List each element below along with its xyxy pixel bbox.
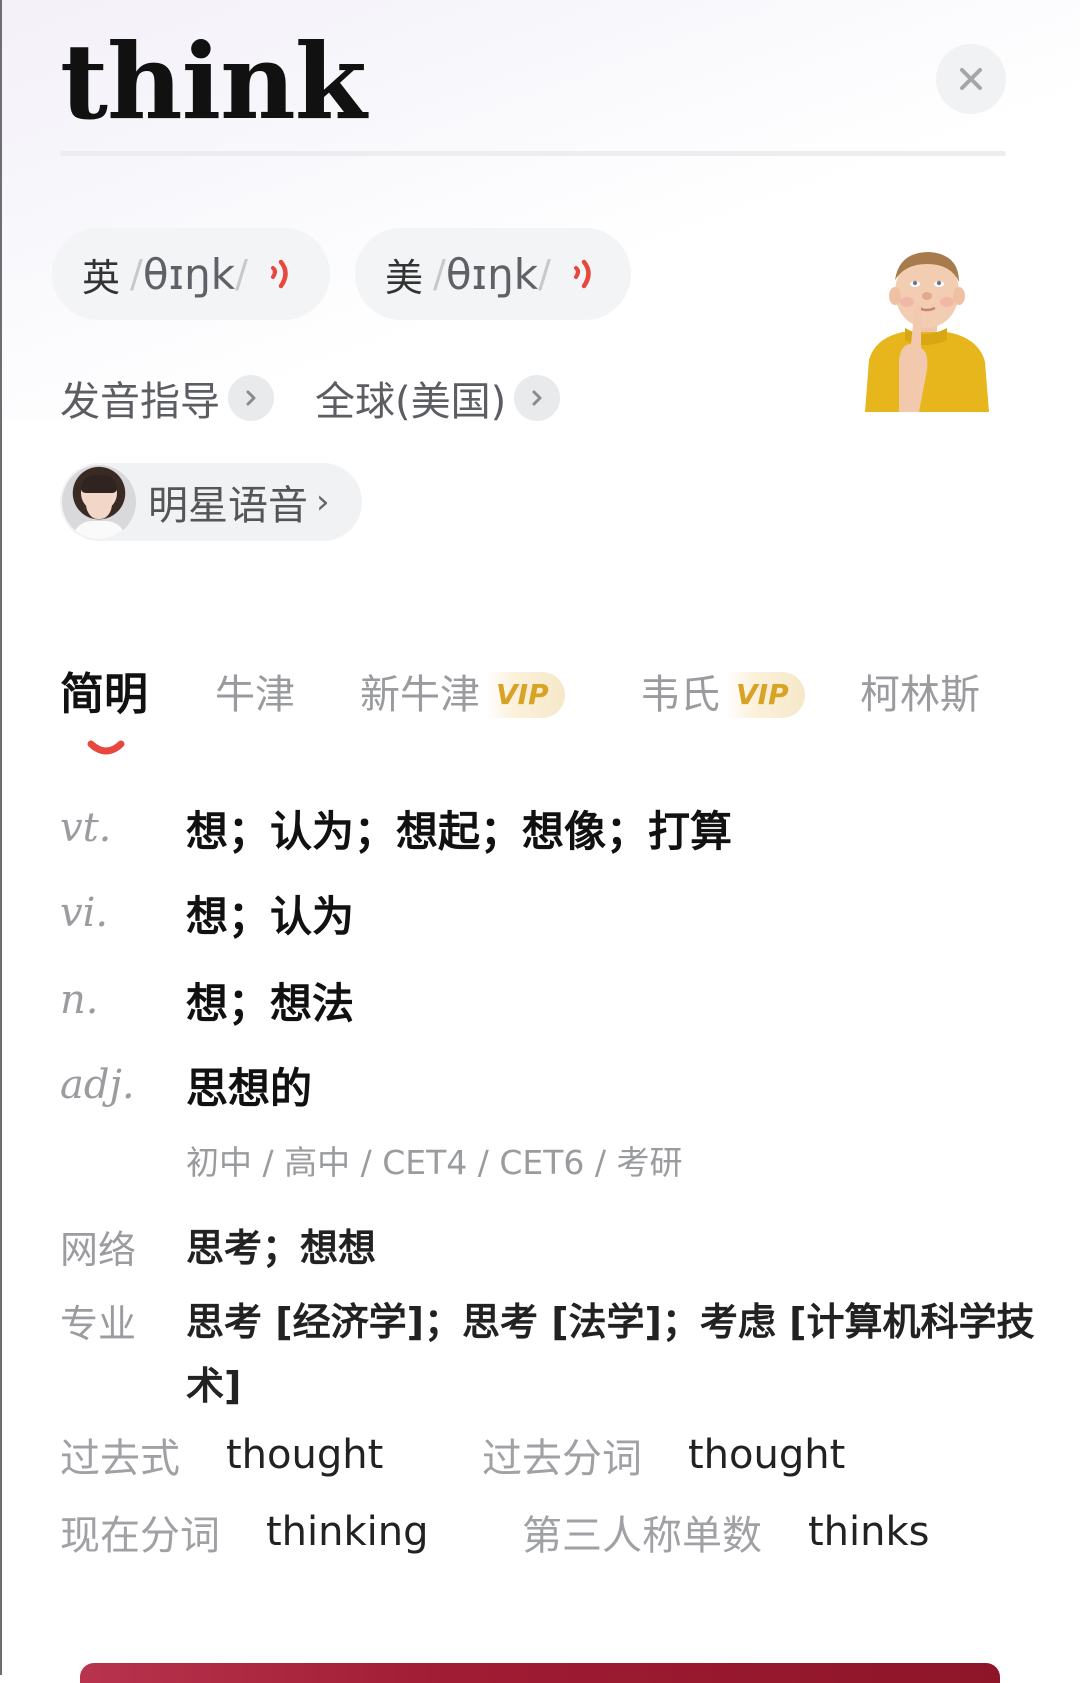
- vip-badge: VIP: [486, 672, 565, 718]
- pronunciation-guide-link[interactable]: 发音指导: [60, 372, 274, 425]
- close-icon: [960, 68, 982, 90]
- word-forms-row: 过去式 thought 过去分词 thought: [60, 1425, 845, 1485]
- definition-row: n. 想；想法: [60, 970, 1060, 1030]
- bottom-banner[interactable]: [80, 1663, 1000, 1683]
- pronunciation-us[interactable]: 美 / θɪŋk /: [355, 228, 631, 320]
- exam-level-tags: 初中 / 高中 / CET4 / CET6 / 考研: [186, 1143, 683, 1182]
- tab-webster[interactable]: 韦氏 VIP: [640, 665, 805, 725]
- definition-text: 思想的: [186, 1063, 313, 1113]
- tab-collins[interactable]: 柯林斯: [860, 665, 980, 725]
- pronunciation-uk[interactable]: 英 / θɪŋk /: [52, 228, 330, 320]
- guide-label: 发音指导: [60, 379, 220, 425]
- speaker-icon[interactable]: [571, 257, 597, 291]
- chevron-right-icon: [514, 375, 561, 421]
- definition-text: 想；认为；想起；想像；打算: [186, 806, 733, 856]
- part-of-speech: vt.: [60, 805, 112, 851]
- active-tab-indicator: [87, 740, 125, 755]
- form-value[interactable]: thought: [688, 1432, 845, 1478]
- technical-definition-row: 专业 思考 [经济学]；思考 [法学]；考虑 [计算机科学技术]: [60, 1290, 1070, 1418]
- vip-badge: VIP: [726, 672, 805, 718]
- form-label: 第三人称单数: [522, 1513, 762, 1559]
- tab-label: 韦氏: [640, 672, 720, 718]
- tab-label: 新牛津: [360, 672, 480, 718]
- speaker-icon[interactable]: [268, 257, 294, 291]
- pron-region-label: 英: [82, 255, 121, 300]
- tab-oxford[interactable]: 牛津: [215, 665, 295, 725]
- celebrity-voice-button[interactable]: 明星语音 ›: [60, 463, 362, 541]
- form-value[interactable]: thinking: [266, 1509, 522, 1555]
- tab-concise[interactable]: 简明: [60, 665, 148, 725]
- extra-label: 专业: [60, 1302, 137, 1346]
- definition-row: vt. 想；认为；想起；想像；打算: [60, 798, 1060, 858]
- pron-slash: /: [538, 252, 551, 296]
- accent-label: 全球(美国): [315, 379, 507, 425]
- celebrity-voice-label: 明星语音: [148, 483, 308, 529]
- definition-row: adj. 思想的: [60, 1055, 1060, 1115]
- pron-ipa: θɪŋk: [445, 249, 539, 299]
- part-of-speech: vi.: [60, 890, 109, 936]
- pron-region-label: 美: [385, 255, 424, 300]
- close-button[interactable]: [936, 44, 1006, 114]
- chevron-right-icon: ›: [316, 482, 330, 522]
- accent-select-link[interactable]: 全球(美国): [315, 372, 561, 425]
- word-title: think: [60, 20, 367, 143]
- form-value[interactable]: thought: [226, 1432, 482, 1478]
- chevron-right-icon: [228, 375, 274, 421]
- form-label: 现在分词: [60, 1513, 220, 1559]
- tab-new-oxford[interactable]: 新牛津 VIP: [360, 665, 565, 725]
- tab-label: 简明: [60, 669, 148, 720]
- word-illustration-image[interactable]: [855, 240, 995, 412]
- title-divider: [60, 151, 1006, 156]
- avatar: [62, 465, 136, 539]
- pron-ipa: θɪŋk: [142, 249, 236, 299]
- definition-text: 想；认为: [186, 891, 355, 941]
- web-definition-row: 网络 思考；想想: [60, 1216, 1070, 1284]
- form-label: 过去式: [60, 1436, 180, 1482]
- definition-row: vi. 想；认为: [60, 883, 1060, 943]
- form-label: 过去分词: [482, 1436, 642, 1482]
- form-value[interactable]: thinks: [808, 1509, 930, 1555]
- pron-slash: /: [130, 252, 143, 296]
- definition-text: 想；想法: [186, 978, 355, 1028]
- extra-value: 思考；想想: [186, 1226, 377, 1270]
- window-edge: [0, 0, 2, 1675]
- extra-value: 思考 [经济学]；思考 [法学]；考虑 [计算机科学技术]: [186, 1300, 1035, 1408]
- part-of-speech: adj.: [60, 1062, 135, 1108]
- tab-label: 牛津: [215, 672, 295, 718]
- word-forms-row: 现在分词 thinking 第三人称单数 thinks: [60, 1502, 930, 1562]
- part-of-speech: n.: [60, 977, 99, 1023]
- pron-slash: /: [235, 252, 248, 296]
- tab-label: 柯林斯: [860, 672, 980, 718]
- pron-slash: /: [433, 252, 446, 296]
- dictionary-tabs: 简明 牛津 新牛津 VIP 韦氏 VIP 柯林斯: [60, 665, 1020, 725]
- extra-label: 网络: [60, 1228, 137, 1272]
